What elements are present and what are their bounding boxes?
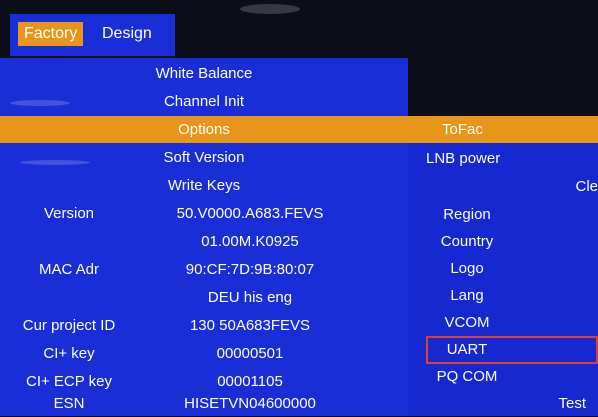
info-value: 01.00M.K0925 [201,233,299,250]
menu-item-label: Options [178,121,230,138]
option-label: Region [443,206,491,223]
option-clear[interactable]: Cle [408,173,598,200]
option-lang[interactable]: Lang [408,282,598,309]
options-submenu: ToFac LNB power Cle Region Country Logo … [408,116,598,416]
info-value: 130 50A683FEVS [189,317,311,334]
menu-item-channel-init[interactable]: Channel Init [0,88,408,115]
info-value: 50.V0000.A683.FEVS [176,205,324,222]
option-label: LNB power [426,150,501,167]
menu-item-white-balance[interactable]: White Balance [0,60,408,87]
option-region[interactable]: Region [408,201,598,228]
menu-item-label: Write Keys [167,177,241,194]
option-label: Country [440,233,494,250]
option-pq-com[interactable]: PQ COM [408,363,598,390]
info-value: DEU his eng [207,289,293,306]
info-label: CI+ key [43,345,95,362]
factory-tab-bar: Factory Design [10,14,175,56]
option-lnb-power[interactable]: LNB power [408,145,598,172]
option-label: PQ COM [436,368,498,385]
menu-item-write-keys[interactable]: Write Keys [0,172,408,199]
menu-item-label: Channel Init [163,93,245,110]
option-label: ToFac [442,121,483,138]
factory-main-menu: White Balance Channel Init Options Soft … [0,58,408,416]
info-label: ESN [53,395,85,412]
screen-glare [240,4,300,14]
info-row-languages: DEU his eng [0,284,408,311]
option-test[interactable]: Test [408,390,598,417]
tab-factory[interactable]: Factory [18,22,84,46]
option-label: Lang [450,287,484,304]
menu-item-options[interactable]: Options [0,116,408,143]
info-label: Version [43,205,95,222]
uart-focus-outline [426,336,598,364]
option-tofac[interactable]: ToFac [408,116,598,143]
menu-item-soft-version[interactable]: Soft Version [0,144,408,171]
info-value: 00000501 [216,345,284,362]
option-vcom[interactable]: VCOM [408,309,598,336]
info-row-ci-key: CI+ key 00000501 [0,340,408,367]
option-country[interactable]: Country [408,228,598,255]
option-logo[interactable]: Logo [408,255,598,282]
option-label: VCOM [444,314,490,331]
info-row-project-id: Cur project ID 130 50A683FEVS [0,312,408,339]
info-label: Cur project ID [22,317,116,334]
info-label: MAC Adr [38,261,99,278]
option-label: Logo [450,260,484,277]
info-row-esn: ESN HISETVN04600000 [0,390,408,417]
tab-design[interactable]: Design [96,22,158,46]
option-label: Cle [575,178,598,195]
info-row-version: Version 50.V0000.A683.FEVS [0,200,408,227]
info-value: HISETVN04600000 [184,395,316,412]
info-row-version-2: 01.00M.K0925 [0,228,408,255]
menu-item-label: Soft Version [163,149,245,166]
menu-item-label: White Balance [155,65,253,82]
info-row-mac-adr: MAC Adr 90:CF:7D:9B:80:07 [0,256,408,283]
info-value: 90:CF:7D:9B:80:07 [185,261,315,278]
option-label: Test [558,395,586,412]
